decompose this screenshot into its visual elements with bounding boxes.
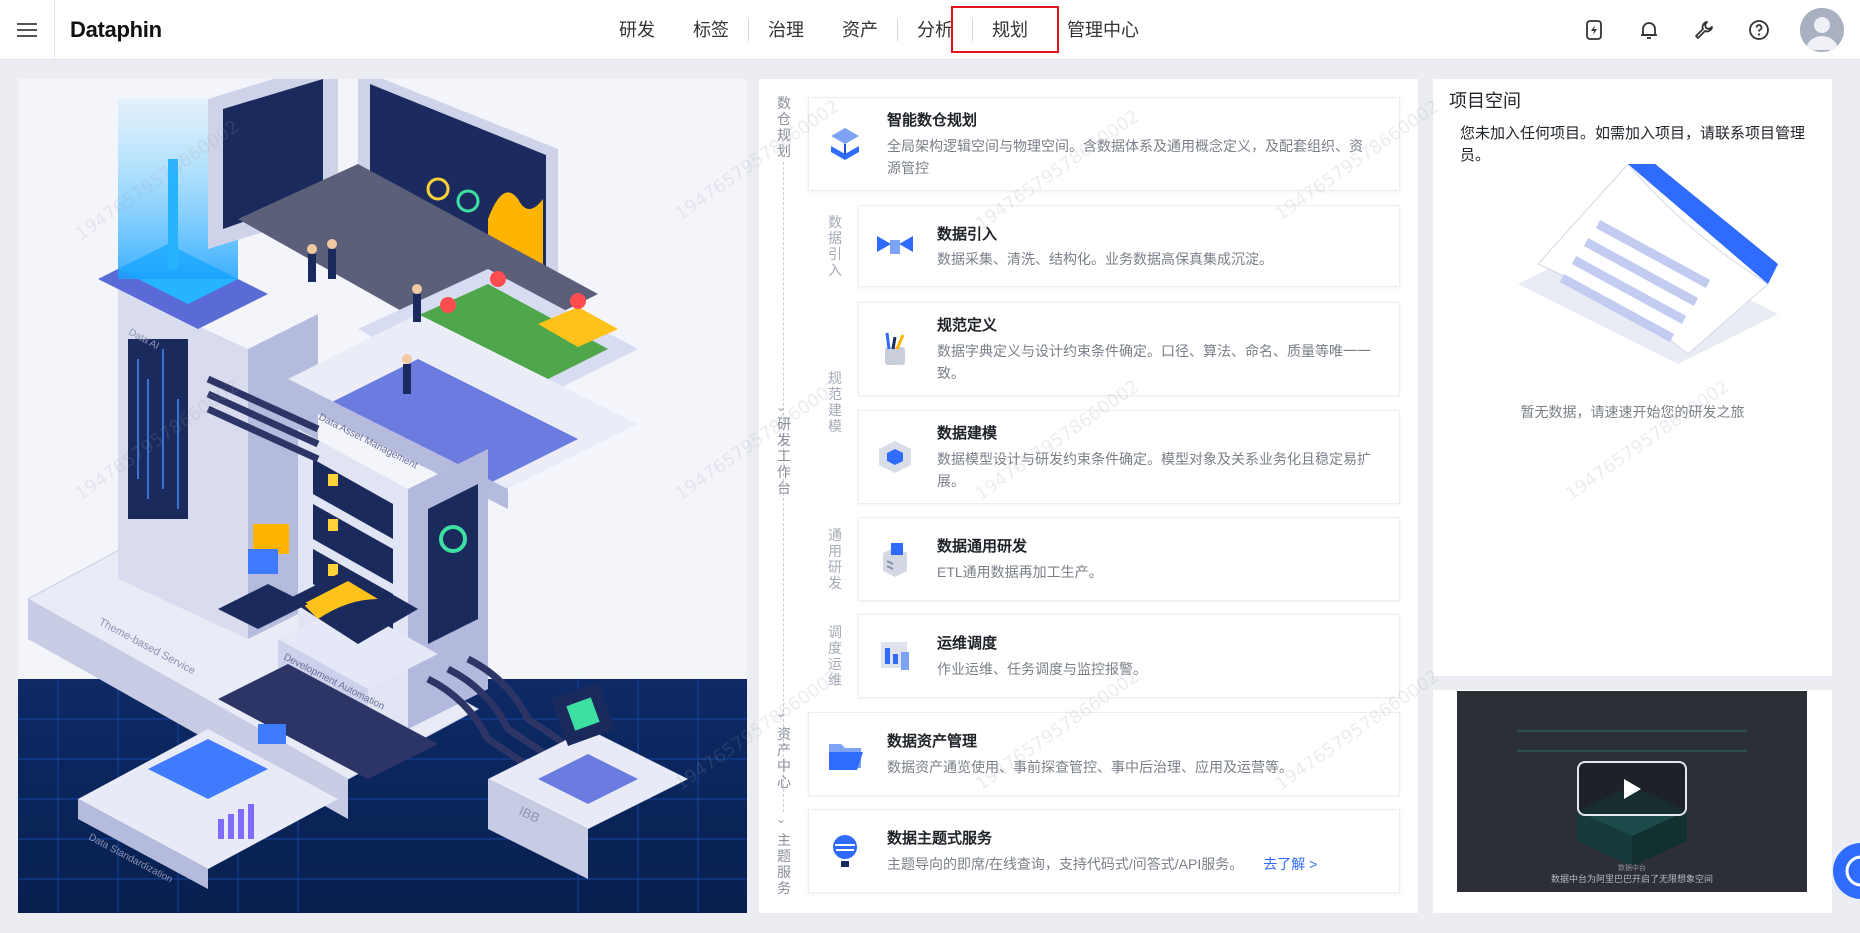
- server-box-icon: [883, 543, 907, 577]
- wrench-icon[interactable]: [1690, 16, 1718, 44]
- card-data-asset-management[interactable]: 数据资产管理 数据资产通览使用、事前探查管控、事中后治理、应用及运营等。: [808, 712, 1400, 796]
- card-description: 数据资产通览使用、事前探查管控、事中后治理、应用及运营等。: [887, 759, 1293, 775]
- card-title: 规范定义: [937, 317, 998, 334]
- stage-label-dev-workbench: 研发工作台: [777, 416, 791, 496]
- card-title: 数据引入: [937, 226, 998, 243]
- top-bar: Dataphin 研发 标签 治理 资产 分析 规划 管理中心: [0, 0, 1860, 60]
- card-title: 数据资产管理: [887, 733, 978, 750]
- video-caption: 数据中台为阿里巴巴开启了无限想象空间: [1550, 874, 1713, 884]
- main-nav: 研发 标签 治理 资产 分析 规划 管理中心: [600, 0, 1158, 60]
- monitor-chart-icon: [881, 642, 909, 670]
- user-avatar[interactable]: [1800, 8, 1844, 52]
- card-description: 数据模型设计与研发约束条件确定。模型对象及关系业务化且稳定易扩展。: [937, 451, 1371, 489]
- card-title: 运维调度: [937, 635, 998, 652]
- stage-label-warehouse-planning: 数仓规划: [777, 95, 791, 159]
- hero-illustration: Theme-based Service Data AI Data Asset M…: [18, 79, 747, 913]
- learn-more-link[interactable]: 去了解 >: [1263, 856, 1317, 872]
- nav-item-admin-center[interactable]: 管理中心: [1048, 0, 1158, 60]
- card-description: 作业运维、任务调度与监控报警。: [937, 661, 1147, 677]
- nav-item-dev[interactable]: 研发: [600, 0, 674, 60]
- balloon-icon: [833, 835, 857, 867]
- play-button[interactable]: [1577, 761, 1687, 816]
- card-title: 数据通用研发: [937, 538, 1028, 555]
- card-description: 数据采集、清洗、结构化。业务数据高保真集成沉淀。: [937, 251, 1273, 267]
- chevron-down-icon: ⌄: [776, 706, 787, 720]
- stage-label-asset-center: 资产中心: [777, 726, 791, 790]
- help-icon[interactable]: [1745, 16, 1773, 44]
- floating-assistant-button[interactable]: [1833, 843, 1860, 899]
- cube-icon: [879, 441, 911, 473]
- card-title: 数据主题式服务: [887, 830, 993, 847]
- menu-icon[interactable]: [0, 0, 55, 60]
- card-description: 主题导向的即席/在线查询，支持代码式/问答式/API服务。 去了解 >: [887, 853, 1375, 875]
- empty-document-illustration: [1518, 164, 1778, 364]
- card-topic-service[interactable]: 数据主题式服务 主题导向的即席/在线查询，支持代码式/问答式/API服务。 去了解…: [808, 809, 1400, 893]
- card-description-text: 主题导向的即席/在线查询，支持代码式/问答式/API服务。: [887, 856, 1244, 872]
- pen-cup-icon: [885, 332, 905, 365]
- nav-item-tags[interactable]: 标签: [674, 0, 748, 60]
- no-project-notice: 您未加入任何项目。如需加入项目，请联系项目管理员。: [1460, 125, 1806, 164]
- card-general-dev[interactable]: 数据通用研发 ETL通用数据再加工生产。: [858, 517, 1400, 601]
- nav-item-governance[interactable]: 治理: [749, 0, 823, 60]
- nav-item-assets[interactable]: 资产: [823, 0, 897, 60]
- top-icon-group: [1553, 0, 1844, 60]
- card-data-modeling[interactable]: 数据建模 数据模型设计与研发约束条件确定。模型对象及关系业务化且稳定易扩展。: [858, 410, 1400, 504]
- stage-label-topic-service: 主题服务: [777, 832, 791, 896]
- substage-label-data-import: 数据引入: [828, 214, 842, 278]
- substage-label-general-dev: 通用研发: [828, 527, 842, 591]
- card-spec-definition[interactable]: 规范定义 数据字典定义与设计约束条件确定。口径、算法、命名、质量等唯一一致。: [858, 302, 1400, 396]
- chevron-down-icon: ⌄: [776, 812, 787, 826]
- card-title: 数据建模: [937, 425, 998, 442]
- bell-icon[interactable]: [1635, 16, 1663, 44]
- card-ops-scheduling[interactable]: 运维调度 作业运维、任务调度与监控报警。: [858, 614, 1400, 698]
- card-description: ETL通用数据再加工生产。: [937, 564, 1103, 580]
- isometric-platform-illustration: Theme-based Service Data AI Data Asset M…: [18, 79, 747, 913]
- app-logo[interactable]: Dataphin: [70, 17, 162, 43]
- substage-label-spec-modeling: 规范建模: [828, 370, 842, 434]
- substage-label-ops-schedule: 调度运维: [828, 624, 842, 688]
- panel-title: 项目空间: [1449, 91, 1521, 111]
- project-space-panel: 项目空间 您未加入任何项目。如需加入项目，请联系项目管理员。 暂无数据，请速速开…: [1433, 79, 1832, 676]
- card-description: 数据字典定义与设计约束条件确定。口径、算法、命名、质量等唯一一致。: [937, 343, 1371, 381]
- selected-nav-highlight: [951, 6, 1059, 53]
- assistant-icon: [1845, 855, 1860, 887]
- cube-stack-icon: [831, 128, 859, 160]
- chevron-down-icon: ⌄: [776, 400, 787, 414]
- play-icon: [1624, 778, 1641, 799]
- card-data-import[interactable]: 数据引入 数据采集、清洗、结构化。业务数据高保真集成沉淀。: [858, 205, 1400, 287]
- card-title: 智能数仓规划: [887, 112, 978, 129]
- card-description: 全局架构逻辑空间与物理空间。含数据体系及通用概念定义，及配套组织、资源管控: [887, 138, 1363, 176]
- merge-arrows-icon: [877, 236, 913, 254]
- card-smart-warehouse-planning[interactable]: 智能数仓规划 全局架构逻辑空间与物理空间。含数据体系及通用概念定义，及配套组织、…: [808, 97, 1400, 191]
- empty-state-text: 暂无数据，请速速开始您的研发之旅: [1520, 404, 1745, 420]
- flash-icon[interactable]: [1580, 16, 1608, 44]
- folder-icon: [829, 744, 863, 770]
